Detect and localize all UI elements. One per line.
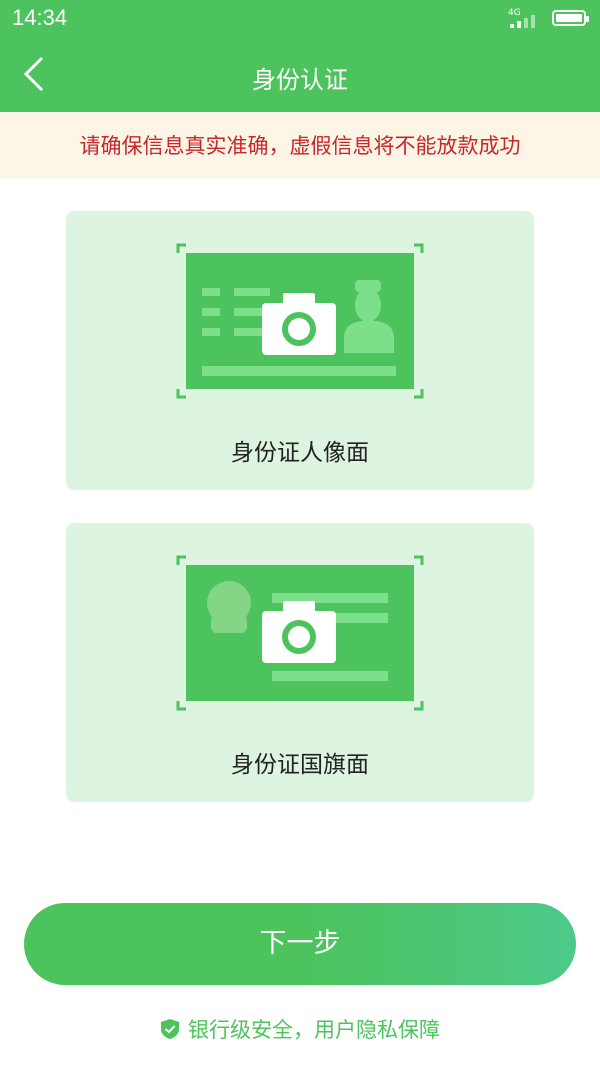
- id-back-upload-card[interactable]: 身份证国旗面: [66, 523, 534, 802]
- shield-check-icon: [161, 1019, 179, 1039]
- status-time: 14:34: [12, 5, 68, 30]
- id-front-upload-card[interactable]: 身份证人像面: [66, 211, 534, 490]
- signal-icon: [510, 15, 540, 28]
- id-back-camera-icon: [176, 555, 424, 711]
- status-bar: 14:34 4G: [0, 0, 600, 36]
- battery-icon: [552, 10, 589, 26]
- security-note: 银行级安全，用户隐私保障: [0, 1014, 600, 1044]
- id-back-label: 身份证国旗面: [231, 752, 369, 778]
- id-front-camera-icon: [176, 243, 424, 399]
- id-front-label: 身份证人像面: [231, 440, 369, 466]
- page-title: 身份认证: [252, 66, 348, 94]
- next-step-button[interactable]: 下一步: [24, 903, 576, 985]
- notice-text: 请确保信息真实准确，虚假信息将不能放款成功: [79, 134, 521, 158]
- nav-bar: 身份认证: [0, 36, 600, 112]
- security-text: 银行级安全，用户隐私保障: [188, 1018, 440, 1042]
- notice-banner: 请确保信息真实准确，虚假信息将不能放款成功: [0, 112, 600, 178]
